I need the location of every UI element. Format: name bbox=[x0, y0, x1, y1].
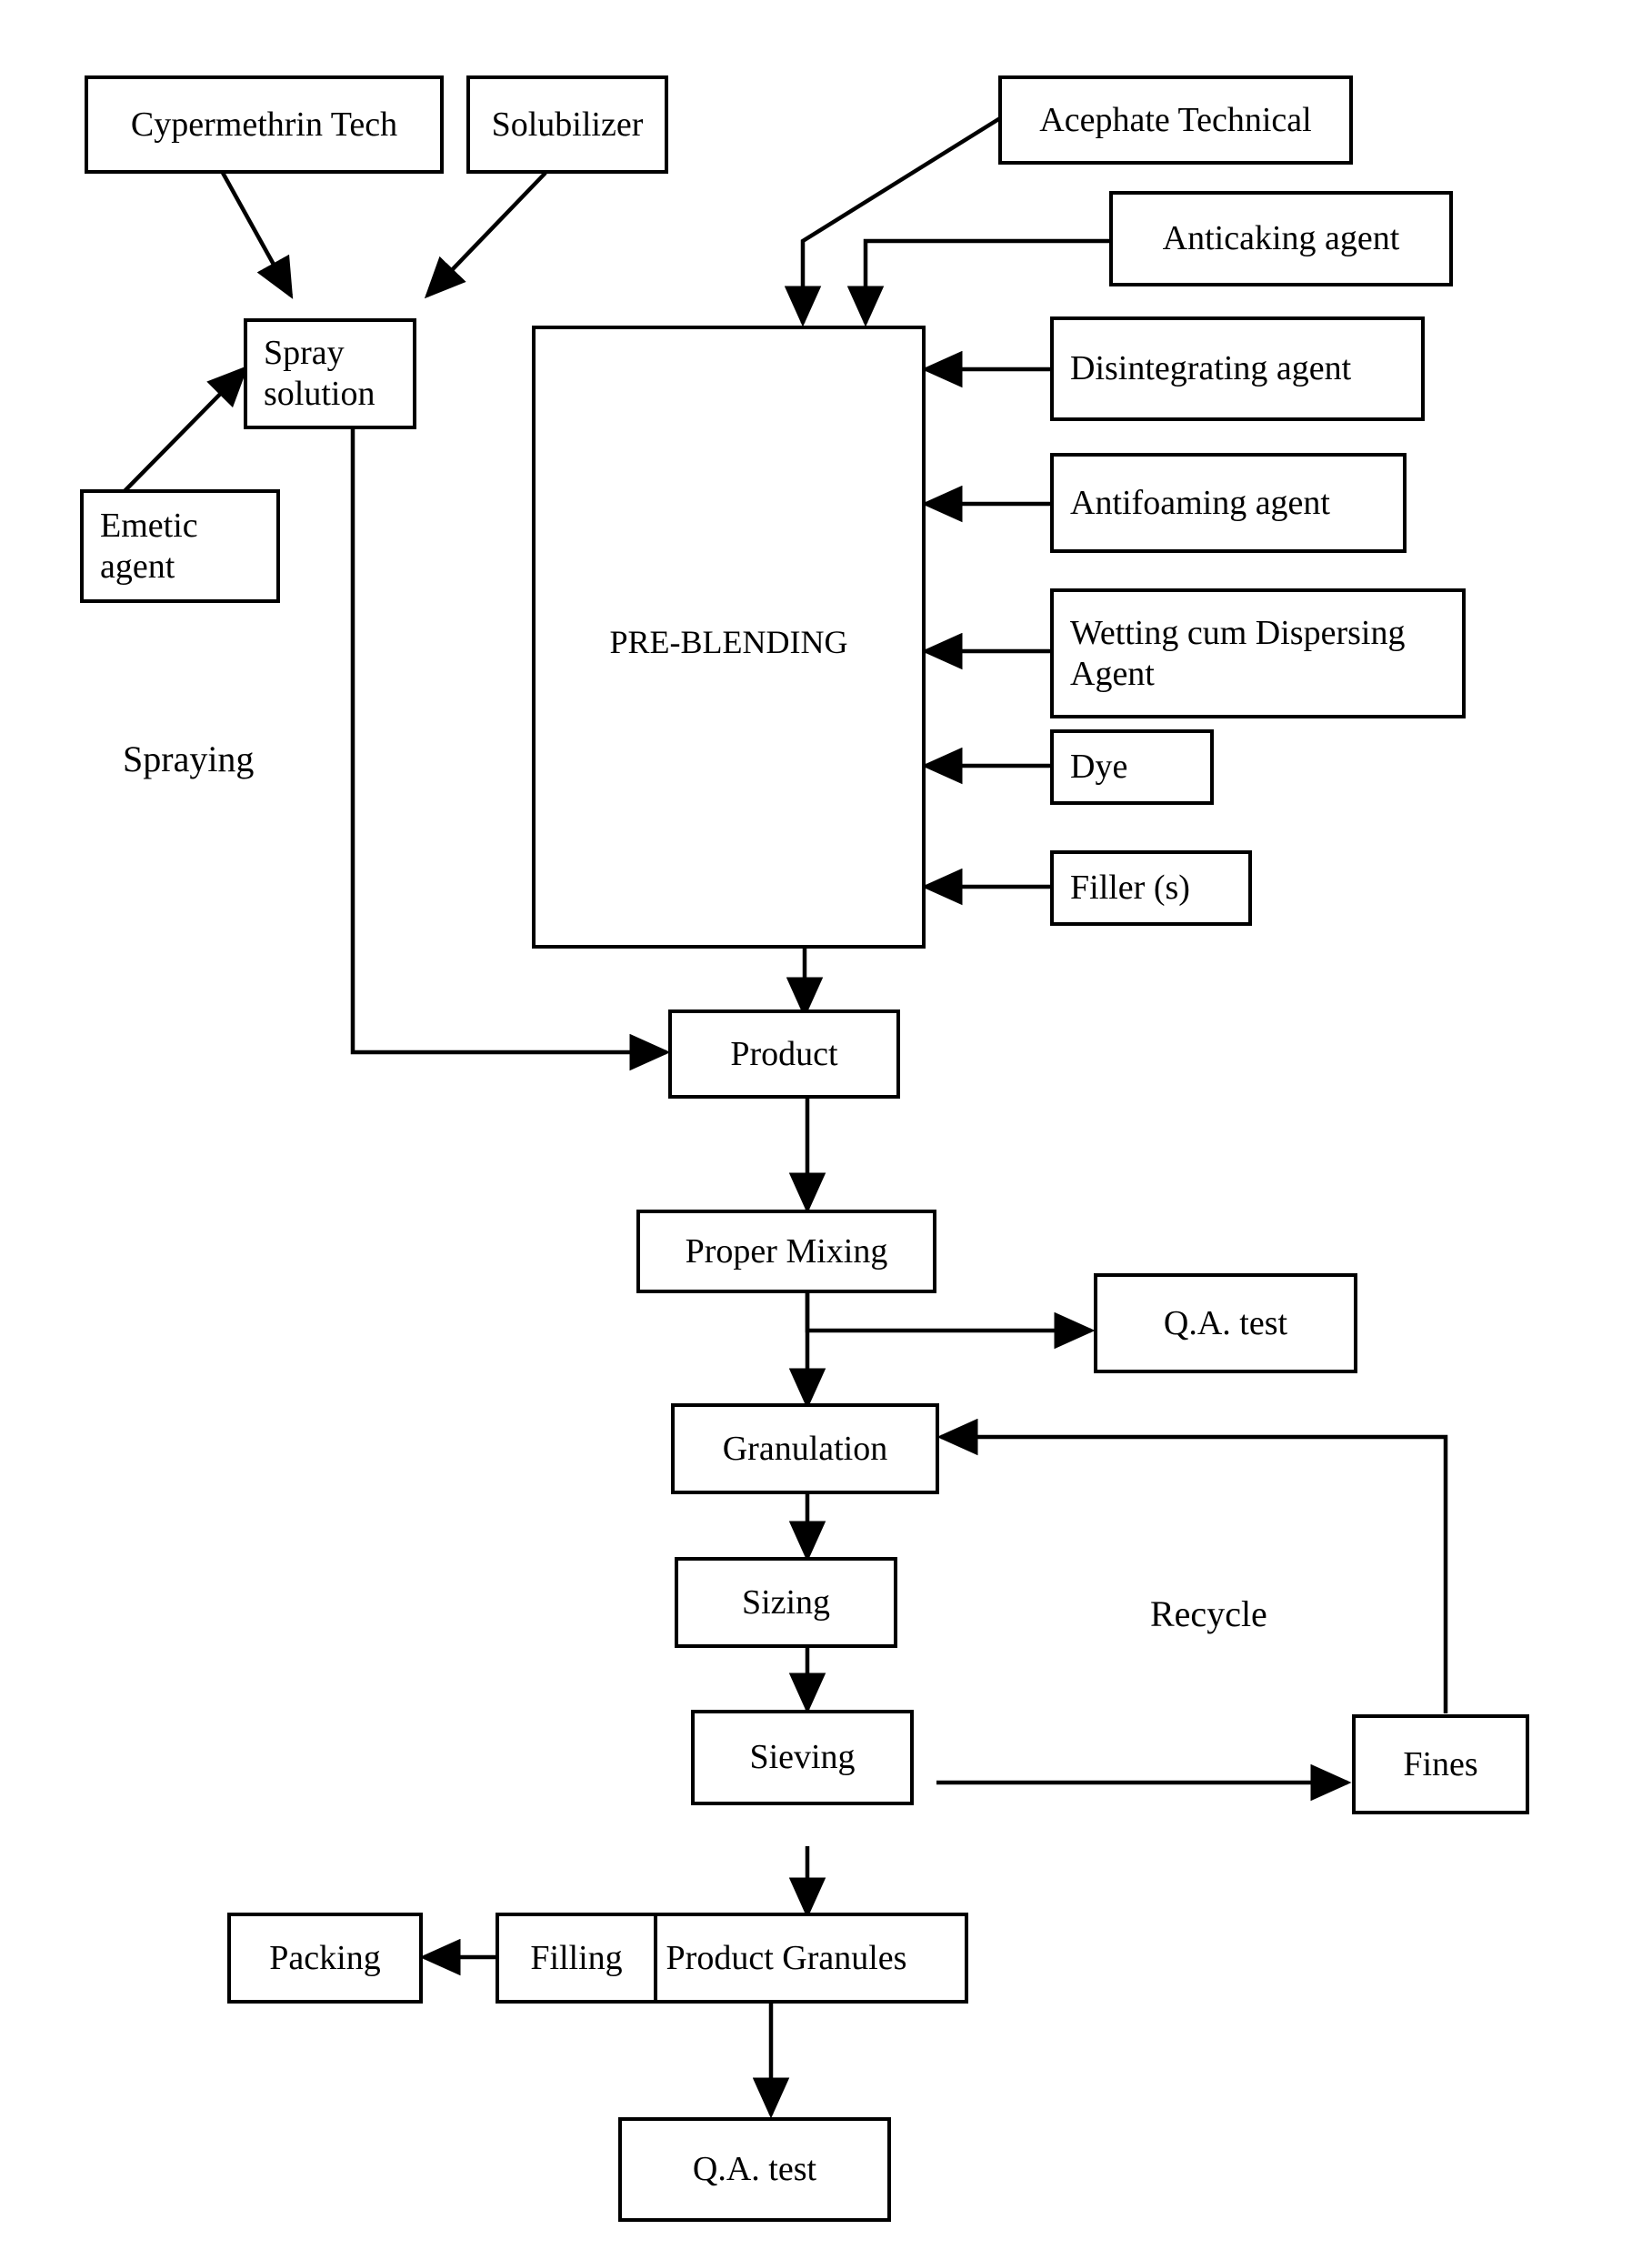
node-label: Fines bbox=[1403, 1744, 1478, 1783]
node-anticaking-agent[interactable]: Anticaking agent bbox=[1109, 191, 1453, 286]
node-sieving[interactable]: Sieving bbox=[691, 1710, 914, 1805]
label-recycle: Recycle bbox=[1150, 1593, 1267, 1634]
node-granulation[interactable]: Granulation bbox=[671, 1403, 939, 1494]
node-packing[interactable]: Packing bbox=[227, 1913, 423, 2004]
edge-solubilizer-to-spray bbox=[424, 171, 547, 299]
edge-propermixing-to-qatest bbox=[805, 1291, 1096, 1350]
node-product[interactable]: Product bbox=[668, 1009, 900, 1099]
node-label: Acephate Technical bbox=[1039, 100, 1312, 139]
node-label: Granulation bbox=[722, 1429, 888, 1468]
node-label: Proper Mixing bbox=[685, 1231, 888, 1271]
node-label: Product bbox=[730, 1034, 838, 1073]
node-label: Q.A. test bbox=[1163, 1303, 1288, 1342]
edge-cypermethrin-to-spray bbox=[221, 171, 294, 299]
node-spray-solution[interactable]: Spray solution bbox=[244, 318, 416, 429]
edge-fines-to-granulation-recycle bbox=[936, 1418, 1448, 1713]
node-label: Sizing bbox=[741, 1582, 831, 1622]
node-product-granules[interactable]: Product Granules bbox=[605, 1913, 968, 2004]
node-qa-test-mixing[interactable]: Q.A. test bbox=[1094, 1273, 1357, 1373]
node-label: Wetting cum Dispersing Agent bbox=[1070, 613, 1406, 693]
node-label: Sieving bbox=[749, 1738, 856, 1777]
node-filler[interactable]: Filler (s) bbox=[1050, 850, 1252, 926]
node-label: Packing bbox=[269, 1938, 381, 1977]
label-spraying: Spraying bbox=[123, 738, 255, 779]
edge-acephate-to-preblending bbox=[784, 116, 1002, 327]
node-filling[interactable]: Filling bbox=[496, 1913, 657, 2004]
node-pre-blending[interactable]: PRE-BLENDING bbox=[532, 326, 926, 949]
node-fines[interactable]: Fines bbox=[1352, 1714, 1529, 1814]
node-solubilizer[interactable]: Solubilizer bbox=[466, 75, 668, 174]
flowchart-canvas: Cypermethrin Tech Solubilizer Acephate T… bbox=[0, 0, 1652, 2260]
node-label: Q.A. test bbox=[692, 2150, 817, 2189]
node-proper-mixing[interactable]: Proper Mixing bbox=[636, 1210, 936, 1293]
node-emetic-agent[interactable]: Emetic agent bbox=[80, 489, 280, 603]
node-label: PRE-BLENDING bbox=[609, 624, 848, 661]
node-label: Product Granules bbox=[666, 1938, 907, 1977]
node-dye[interactable]: Dye bbox=[1050, 729, 1214, 805]
node-label: Spray solution bbox=[264, 334, 375, 413]
edge-anticaking-to-preblending bbox=[846, 238, 1111, 327]
node-label: Anticaking agent bbox=[1162, 219, 1400, 258]
node-label: Emetic agent bbox=[100, 506, 198, 586]
node-label: Filling bbox=[530, 1938, 623, 1977]
node-qa-test-granules[interactable]: Q.A. test bbox=[618, 2117, 891, 2222]
node-label: Solubilizer bbox=[491, 105, 644, 144]
node-label: Cypermethrin Tech bbox=[130, 105, 398, 144]
node-acephate-technical[interactable]: Acephate Technical bbox=[998, 75, 1353, 165]
node-label: Filler (s) bbox=[1070, 869, 1190, 908]
node-wetting-cum-dispersing-agent[interactable]: Wetting cum Dispersing Agent bbox=[1050, 588, 1466, 718]
node-disintegrating-agent[interactable]: Disintegrating agent bbox=[1050, 316, 1425, 421]
node-label: Antifoaming agent bbox=[1070, 483, 1330, 522]
node-label: Disintegrating agent bbox=[1070, 349, 1352, 388]
node-label: Dye bbox=[1070, 748, 1128, 787]
node-sizing[interactable]: Sizing bbox=[675, 1557, 897, 1648]
node-antifoaming-agent[interactable]: Antifoaming agent bbox=[1050, 453, 1407, 553]
node-cypermethrin-tech[interactable]: Cypermethrin Tech bbox=[85, 75, 444, 174]
edge-emetic-to-spray bbox=[123, 365, 249, 493]
